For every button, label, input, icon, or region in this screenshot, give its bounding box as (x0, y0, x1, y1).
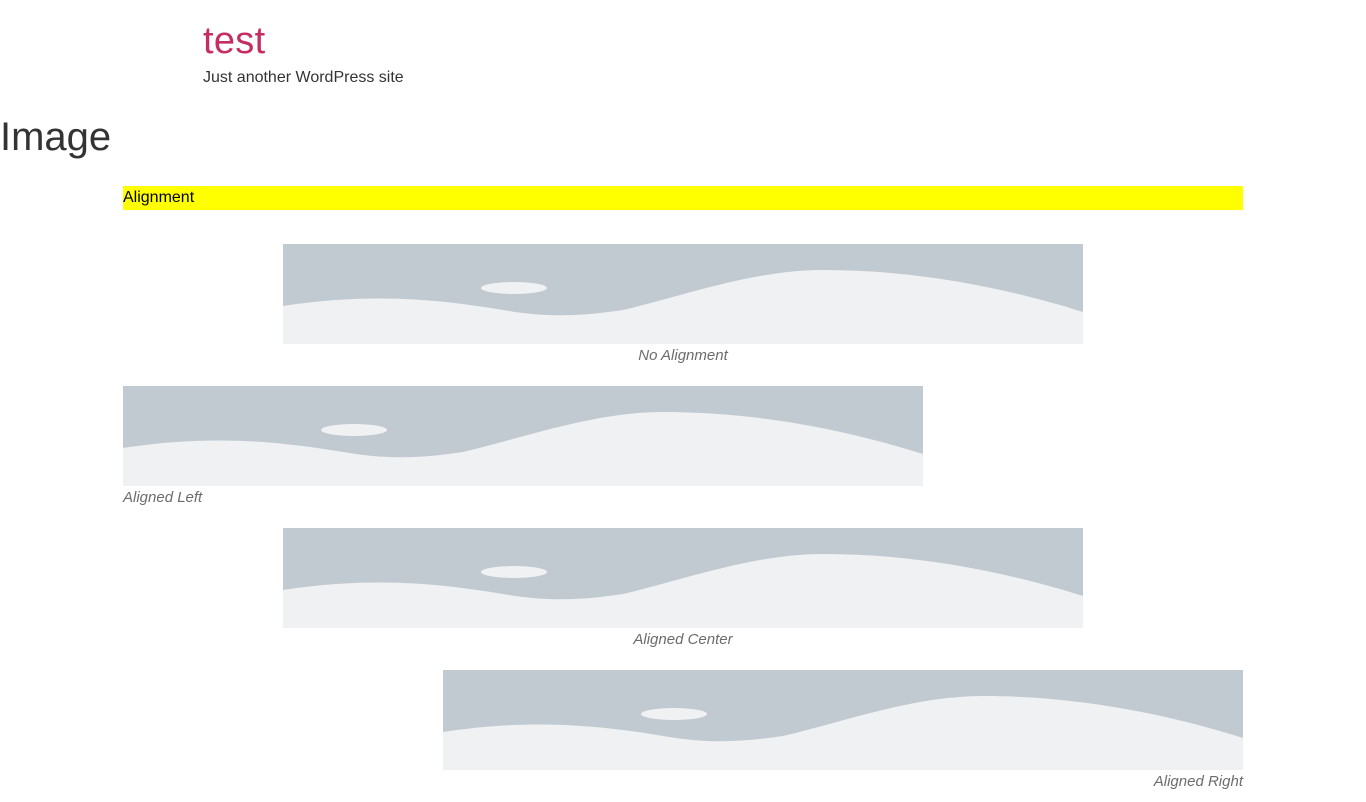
figure-caption: Aligned Right (1153, 773, 1243, 790)
image-placeholder-icon[interactable] (123, 386, 923, 486)
image-figure-aligned-center: Aligned Center (283, 528, 1083, 650)
image-placeholder-icon[interactable] (283, 528, 1083, 628)
image-placeholder-icon[interactable] (283, 244, 1083, 344)
figure-caption: Aligned Center (633, 631, 733, 648)
image-figure-aligned-left: Aligned Left (123, 386, 923, 508)
site-header: test Just another WordPress site (203, 18, 404, 88)
image-figure-no-alignment: No Alignment (283, 244, 1083, 366)
figure-caption: No Alignment (638, 347, 728, 364)
image-placeholder-icon[interactable] (443, 670, 1243, 770)
figure-caption: Aligned Left (123, 489, 203, 506)
site-tagline: Just another WordPress site (203, 69, 404, 86)
image-figure-aligned-right: Aligned Right (443, 670, 1243, 792)
site-title-link[interactable]: test (203, 18, 404, 64)
section-heading-alignment: Alignment (123, 186, 1243, 210)
page-title: Image (0, 115, 112, 159)
